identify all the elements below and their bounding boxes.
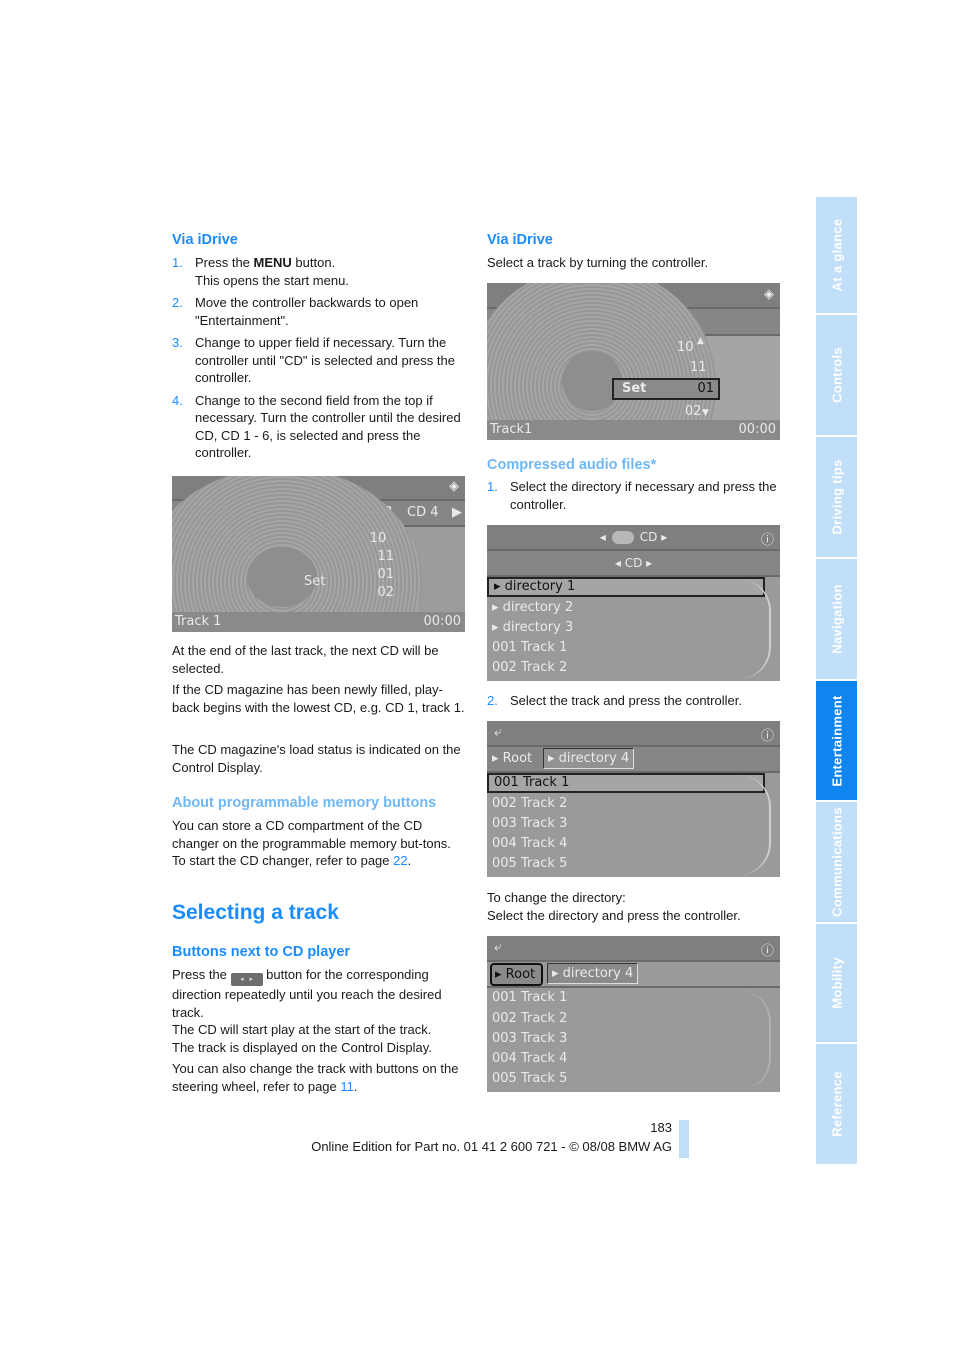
page-marker — [679, 1120, 689, 1158]
page-number: 183 — [650, 1120, 672, 1135]
controller-icon: ◈ — [449, 479, 459, 494]
tab-communications[interactable]: Communications — [816, 802, 857, 922]
scrollbar[interactable] — [739, 579, 771, 679]
list-item[interactable]: 002 Track 2 — [487, 1009, 567, 1029]
list-item[interactable]: 003 Track 3 — [487, 814, 567, 834]
screen-track-list: ⤶ ⓘ ▸ Root ▸ directory 4 001 Track 1 002… — [487, 721, 780, 877]
tab-navigation[interactable]: Navigation — [816, 559, 857, 679]
compressed-step-2: 2. Select the track and press the control… — [487, 693, 742, 708]
page-link-11[interactable]: 11 — [340, 1079, 354, 1094]
tab-mobility[interactable]: Mobility — [816, 924, 857, 1042]
list-item[interactable]: 005 Track 5 — [487, 854, 567, 874]
steering-wheel-text: You can also change the track with butto… — [172, 1061, 459, 1094]
info-controller-icon: ⓘ — [760, 729, 774, 744]
screen-cd-selection: ◂CD ▸ ◈ DVD CD CD 1 CD 2 CD 3 CD 4 ▶ Set… — [172, 476, 465, 632]
chapter-tabs: At a glance Controls Driving tips Naviga… — [816, 197, 857, 1166]
scroll-up-icon[interactable]: ▲ — [697, 336, 704, 346]
disc-icon — [611, 531, 634, 544]
list-item[interactable]: 004 Track 4 — [487, 834, 567, 854]
list-item-selected[interactable]: 001 Track 1 — [487, 773, 765, 793]
track-label: Track 1 — [175, 614, 222, 629]
buttons-text: Press the ◂ ▸ button for the correspondi… — [172, 967, 442, 1055]
tab-controls[interactable]: Controls — [816, 315, 857, 435]
tab-entertainment[interactable]: Entertainment — [816, 681, 857, 800]
via-idrive-heading-right: Via iDrive — [487, 232, 553, 248]
controller-icon: ◈ — [764, 287, 774, 302]
edition-footer: Online Edition for Part no. 01 41 2 600 … — [311, 1139, 672, 1154]
back-icon[interactable]: ⤶ — [494, 724, 502, 740]
breadcrumb: ▸ Root ▸ directory 4 — [487, 962, 780, 988]
tab-cd4[interactable]: CD 4 — [407, 505, 439, 520]
para-next-cd: At the end of the last track, the next C… — [172, 643, 439, 676]
crumb-directory[interactable]: ▸ directory 4 — [547, 963, 639, 984]
para-magazine-filled: If the CD magazine has been newly filled… — [172, 682, 465, 715]
step-4: 4. Change to the second field from the to… — [172, 392, 461, 461]
screen-change-directory: ⤶ ⓘ ▸ Root ▸ directory 4 001 Track 1 002… — [487, 936, 780, 1092]
tab-driving-tips[interactable]: Driving tips — [816, 437, 857, 557]
selecting-track-heading: Selecting a track — [172, 901, 339, 924]
list-item[interactable]: ▸ directory 2 — [487, 598, 573, 618]
crumb-root[interactable]: ▸ Root — [492, 751, 532, 766]
via-idrive-heading-left: Via iDrive — [172, 232, 238, 248]
memory-buttons-heading: About programmable memory buttons — [172, 795, 437, 811]
page-link-22[interactable]: 22 — [393, 853, 407, 868]
crumb-directory[interactable]: ▸ directory 4 — [543, 748, 635, 769]
scrollbar[interactable] — [739, 990, 771, 1090]
track-number-list: 10 11 01 02 — [369, 531, 394, 600]
list-item[interactable]: 004 Track 4 — [487, 1049, 567, 1069]
list-item[interactable]: 002 Track 2 — [487, 794, 567, 814]
idrive-steps: 1. Press the MENU button. This opens the s… — [172, 254, 467, 467]
list-item-selected[interactable]: ▸ directory 1 — [487, 577, 765, 597]
breadcrumb: ▸ Root ▸ directory 4 — [487, 747, 780, 773]
screen-track-select: ◂CD ▸ ◈ ◂ CD ▸ 10 ▲ 11 Set 01 02 ▼ Track… — [487, 283, 780, 440]
back-icon[interactable]: ⤶ — [494, 939, 502, 955]
track-seek-button-icon: ◂ ▸ — [230, 973, 263, 986]
list-item[interactable]: 001 Track 1 — [487, 638, 567, 658]
status-row: Track 1 00:00 — [172, 612, 465, 632]
list-item[interactable]: 002 Track 2 — [487, 658, 567, 678]
set-label: Set — [304, 574, 326, 589]
step-3: 3. Change to upper field if necessary. Tu… — [172, 335, 455, 385]
compressed-audio-heading: Compressed audio files* — [487, 457, 657, 473]
scrollbar[interactable] — [739, 775, 771, 875]
memory-buttons-text: You can store a CD compartment of the CD… — [172, 818, 451, 868]
change-directory-text: To change the directory: Select the direc… — [487, 890, 741, 923]
list-item[interactable]: 003 Track 3 — [487, 1029, 567, 1049]
selected-track-row[interactable]: Set 01 — [612, 378, 720, 400]
screen-directory-list: ◂ CD ▸ ⓘ ◂ CD ▸ ▸ directory 1 ▸ directory… — [487, 525, 780, 681]
step-2: 2. Move the controller backwards to open … — [172, 295, 419, 328]
buttons-cd-player-heading: Buttons next to CD player — [172, 944, 351, 960]
tabs-scroll-right-icon[interactable]: ▶ — [452, 505, 462, 520]
info-controller-icon: ⓘ — [760, 533, 774, 548]
para-load-status: The CD magazine's load status is indicat… — [172, 742, 461, 775]
info-controller-icon: ⓘ — [760, 944, 774, 959]
tab-reference[interactable]: Reference — [816, 1044, 857, 1164]
time-label: 00:00 — [423, 614, 461, 629]
scroll-down-icon[interactable]: ▼ — [702, 408, 709, 418]
compressed-step-1: 1. Select the directory if necessary and … — [487, 479, 777, 512]
tab-at-a-glance[interactable]: At a glance — [816, 197, 857, 313]
list-item[interactable]: 005 Track 5 — [487, 1069, 567, 1089]
select-track-text: Select a track by turning the controller… — [487, 255, 709, 270]
list-item[interactable]: 001 Track 1 — [487, 988, 567, 1008]
crumb-root-selected[interactable]: ▸ Root — [490, 963, 544, 986]
list-item[interactable]: ▸ directory 3 — [487, 618, 573, 638]
menu-keyword: MENU — [253, 255, 292, 270]
step-1: 1. Press the MENU button. This opens the s… — [172, 255, 349, 288]
